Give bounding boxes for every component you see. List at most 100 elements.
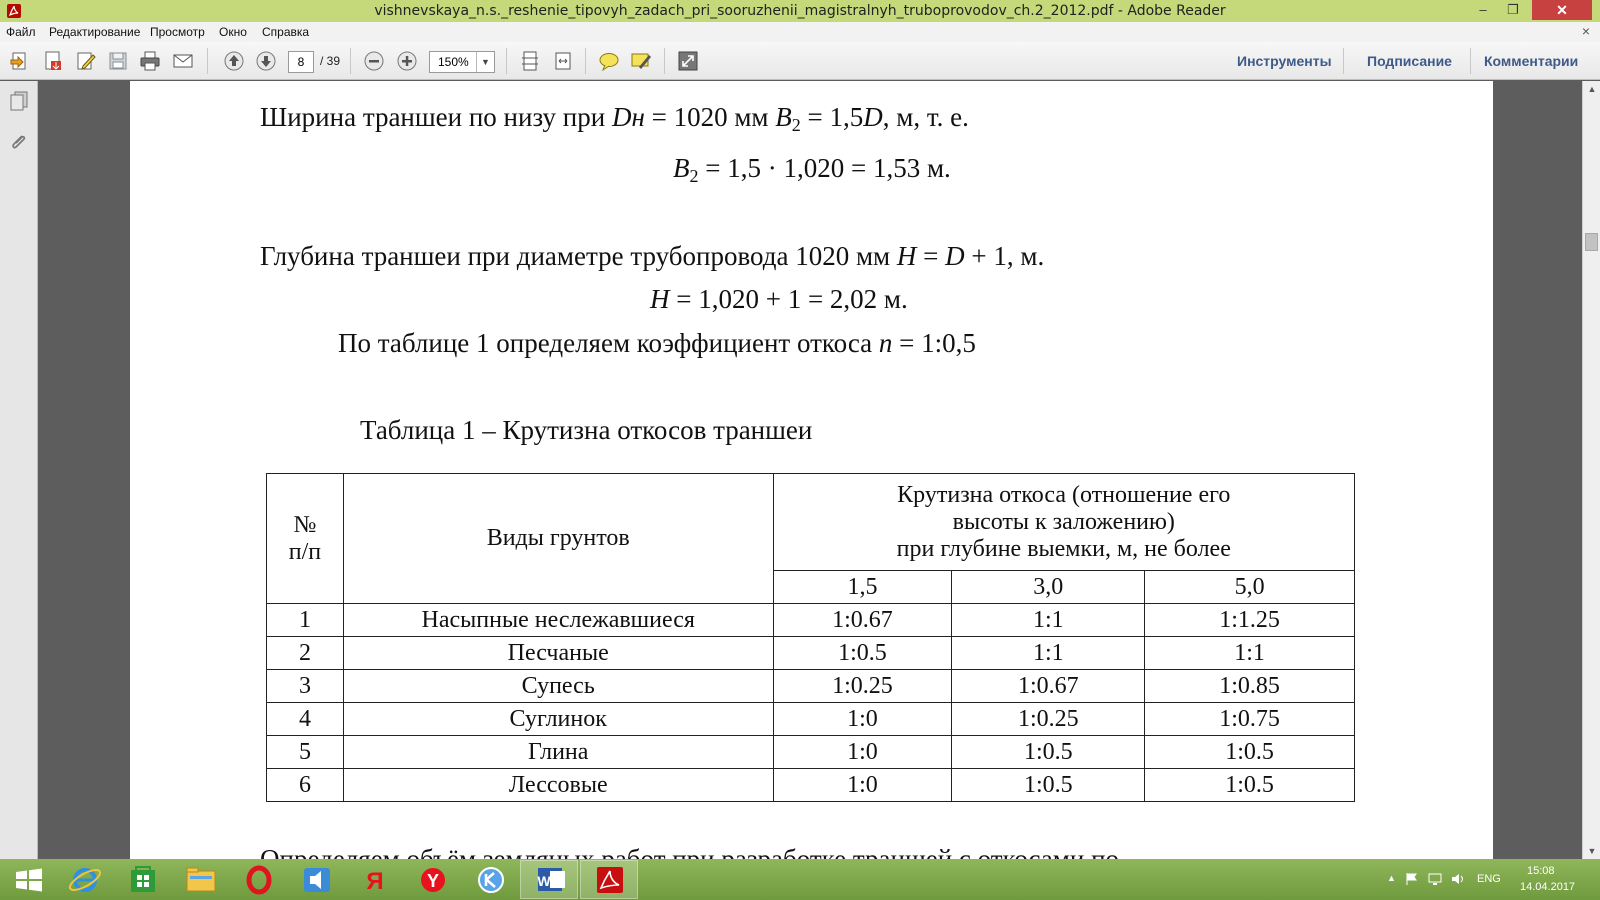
close-document-button[interactable]: ×: [1582, 23, 1590, 39]
page-thumbnails-icon[interactable]: [8, 90, 30, 112]
network-icon[interactable]: [1428, 872, 1442, 886]
sign-pane-button[interactable]: Подписание: [1367, 53, 1452, 69]
zoom-level-select[interactable]: 150% ▼: [429, 51, 495, 73]
clock-date[interactable]: 14.04.2017: [1520, 881, 1575, 893]
title-bar: vishnevskaya_n.s._reshenie_tipovyh_zadac…: [0, 0, 1600, 22]
volume-icon[interactable]: [1451, 872, 1465, 886]
document-view[interactable]: Ширина траншеи по низу при Dн = 1020 мм …: [39, 81, 1582, 859]
fit-width-icon[interactable]: [552, 50, 574, 72]
action-center-flag-icon[interactable]: [1405, 872, 1419, 886]
next-page-icon[interactable]: [255, 50, 277, 72]
edit-document-icon[interactable]: [75, 50, 97, 72]
previous-page-icon[interactable]: [223, 50, 245, 72]
row-value: 1:0.67: [951, 669, 1146, 703]
word-taskbar-button[interactable]: W: [520, 860, 578, 899]
adobe-reader-icon: [597, 867, 623, 893]
menu-edit[interactable]: Редактирование: [49, 25, 140, 39]
toolbar-separator: [350, 48, 351, 74]
toolbar-separator: [664, 48, 665, 74]
taskbar: Я Y W ▲ ENG 15:08 14.04.2017: [0, 859, 1600, 900]
svg-text:W: W: [537, 873, 551, 889]
row-value: 1:0.85: [1144, 669, 1355, 703]
row-number: 6: [266, 768, 344, 802]
row-value: 1:0.25: [772, 669, 953, 703]
file-explorer-icon[interactable]: [172, 860, 230, 899]
yandex-icon[interactable]: Y: [404, 860, 462, 899]
toolbar-separator: [1470, 48, 1471, 74]
row-value: 1:0.5: [1144, 735, 1355, 769]
header-number: № п/п: [266, 473, 344, 604]
row-value: 1:0: [772, 768, 953, 802]
store-icon[interactable]: [114, 860, 172, 899]
svg-text:Я: Я: [366, 868, 383, 895]
window-title: vishnevskaya_n.s._reshenie_tipovyh_zadac…: [374, 3, 1226, 19]
row-value: 1:0: [772, 735, 953, 769]
comment-icon[interactable]: [598, 50, 620, 72]
page-number-input[interactable]: 8: [288, 51, 314, 73]
word-icon: W: [537, 868, 565, 891]
zoom-value: 150%: [438, 55, 469, 69]
print-icon[interactable]: [139, 50, 161, 72]
text-line-trench-width: Ширина траншеи по низу при Dн = 1020 мм …: [260, 102, 969, 135]
row-value: 1:0.5: [772, 636, 953, 670]
highlight-icon[interactable]: [630, 50, 652, 72]
row-number: 2: [266, 636, 344, 670]
email-icon[interactable]: [172, 50, 194, 72]
restore-button[interactable]: ❐: [1500, 0, 1526, 20]
table-row: 4 Суглинок 1:0 1:0.25 1:0.75: [266, 702, 1355, 736]
vertical-scrollbar[interactable]: ▲ ▼: [1582, 81, 1600, 859]
row-number: 5: [266, 735, 344, 769]
opera-icon[interactable]: [230, 860, 288, 899]
row-value: 1:1: [951, 603, 1146, 637]
media-player-icon[interactable]: [288, 860, 346, 899]
table-row: 3 Супесь 1:0.25 1:0.67 1:0.85: [266, 669, 1355, 703]
header-depth: 5,0: [1144, 570, 1355, 604]
start-icon[interactable]: [0, 860, 58, 899]
menu-view[interactable]: Просмотр: [150, 25, 205, 39]
row-value: 1:0.5: [951, 735, 1146, 769]
zoom-out-icon[interactable]: [363, 50, 385, 72]
menu-file[interactable]: Файл: [6, 25, 36, 39]
header-depth: 1,5: [772, 570, 953, 604]
scroll-down-icon[interactable]: ▼: [1583, 843, 1600, 859]
scroll-up-icon[interactable]: ▲: [1583, 81, 1600, 97]
toolbar-separator: [585, 48, 586, 74]
yandex-browser-icon[interactable]: Я: [346, 860, 404, 899]
table-row: 5 Глина 1:0 1:0.5 1:0.5: [266, 735, 1355, 769]
clock-time[interactable]: 15:08: [1527, 865, 1555, 877]
minimize-button[interactable]: ‒: [1470, 0, 1496, 20]
comment-pane-button[interactable]: Комментарии: [1484, 53, 1578, 69]
zoom-in-icon[interactable]: [396, 50, 418, 72]
fit-page-icon[interactable]: [519, 50, 541, 72]
chevron-down-icon[interactable]: ▼: [476, 52, 494, 72]
row-soil: Суглинок: [342, 702, 774, 736]
open-icon[interactable]: [9, 50, 31, 72]
toolbar: 8 / 39 150% ▼ Инструменты Подписание Ком…: [0, 42, 1600, 80]
tools-pane-button[interactable]: Инструменты: [1237, 53, 1332, 69]
app-icon[interactable]: [462, 860, 520, 899]
save-icon[interactable]: [107, 50, 129, 72]
row-value: 1:1.25: [1144, 603, 1355, 637]
header-slope: Крутизна откоса (отношение его высоты к з…: [772, 473, 1356, 571]
language-indicator[interactable]: ENG: [1477, 873, 1501, 885]
row-value: 1:1: [951, 636, 1146, 670]
row-value: 1:0.5: [951, 768, 1146, 802]
show-hidden-icons-icon[interactable]: ▲: [1387, 873, 1396, 883]
menu-window[interactable]: Окно: [219, 25, 247, 39]
row-value: 1:0: [772, 702, 953, 736]
close-button[interactable]: ✕: [1532, 0, 1592, 20]
adobe-reader-taskbar-button[interactable]: [580, 860, 638, 899]
internet-explorer-icon[interactable]: [56, 860, 114, 899]
fullscreen-icon[interactable]: [677, 50, 699, 72]
attachments-icon[interactable]: [8, 131, 30, 153]
formula-trench-depth: H = 1,020 + 1 = 2,02 м.: [650, 284, 908, 314]
menu-help[interactable]: Справка: [262, 25, 309, 39]
row-soil: Насыпные неслежавшиеся: [342, 603, 774, 637]
toolbar-separator: [1343, 48, 1344, 74]
table-header-row: № п/п Виды грунтов Крутизна откоса (отнош…: [266, 473, 1356, 604]
create-pdf-icon[interactable]: [42, 50, 64, 72]
text-line-trench-depth: Глубина траншеи при диаметре трубопровод…: [260, 241, 1045, 271]
row-number: 4: [266, 702, 344, 736]
menu-bar: Файл Редактирование Просмотр Окно Справк…: [0, 22, 1600, 42]
scrollbar-thumb[interactable]: [1585, 233, 1598, 251]
